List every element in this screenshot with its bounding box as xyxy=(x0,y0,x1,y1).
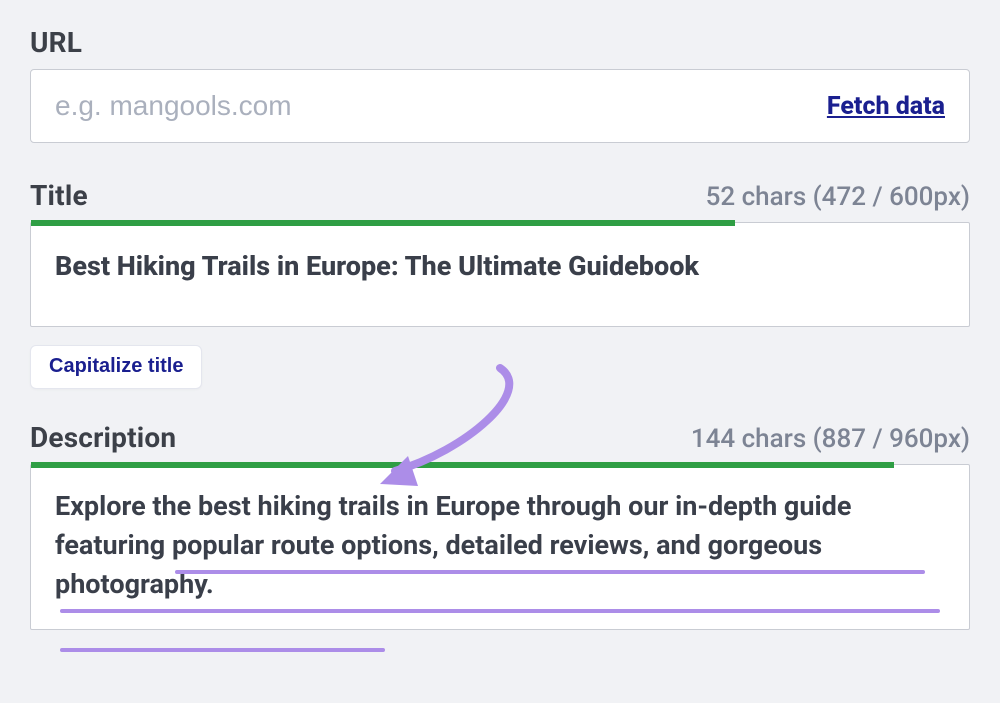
fetch-data-link[interactable]: Fetch data xyxy=(827,92,945,121)
title-label: Title xyxy=(30,179,88,212)
title-input[interactable]: Best Hiking Trails in Europe: The Ultima… xyxy=(55,249,945,284)
annotation-underline xyxy=(175,570,925,574)
url-field-container: Fetch data xyxy=(30,69,970,143)
title-field-container: Best Hiking Trails in Europe: The Ultima… xyxy=(30,222,970,327)
title-progress-bar xyxy=(31,220,735,226)
url-input[interactable] xyxy=(55,90,811,122)
url-label: URL xyxy=(30,26,82,59)
description-char-info: 144 chars (887 / 960px) xyxy=(691,424,970,454)
description-label: Description xyxy=(30,421,176,454)
capitalize-title-button[interactable]: Capitalize title xyxy=(30,345,202,389)
description-field-container: Explore the best hiking trails in Europe… xyxy=(30,464,970,629)
annotation-underline xyxy=(60,648,385,652)
annotation-underline xyxy=(60,609,940,613)
description-progress-bar xyxy=(31,462,894,468)
title-char-info: 52 chars (472 / 600px) xyxy=(706,182,970,212)
description-input[interactable]: Explore the best hiking trails in Europe… xyxy=(55,487,945,604)
